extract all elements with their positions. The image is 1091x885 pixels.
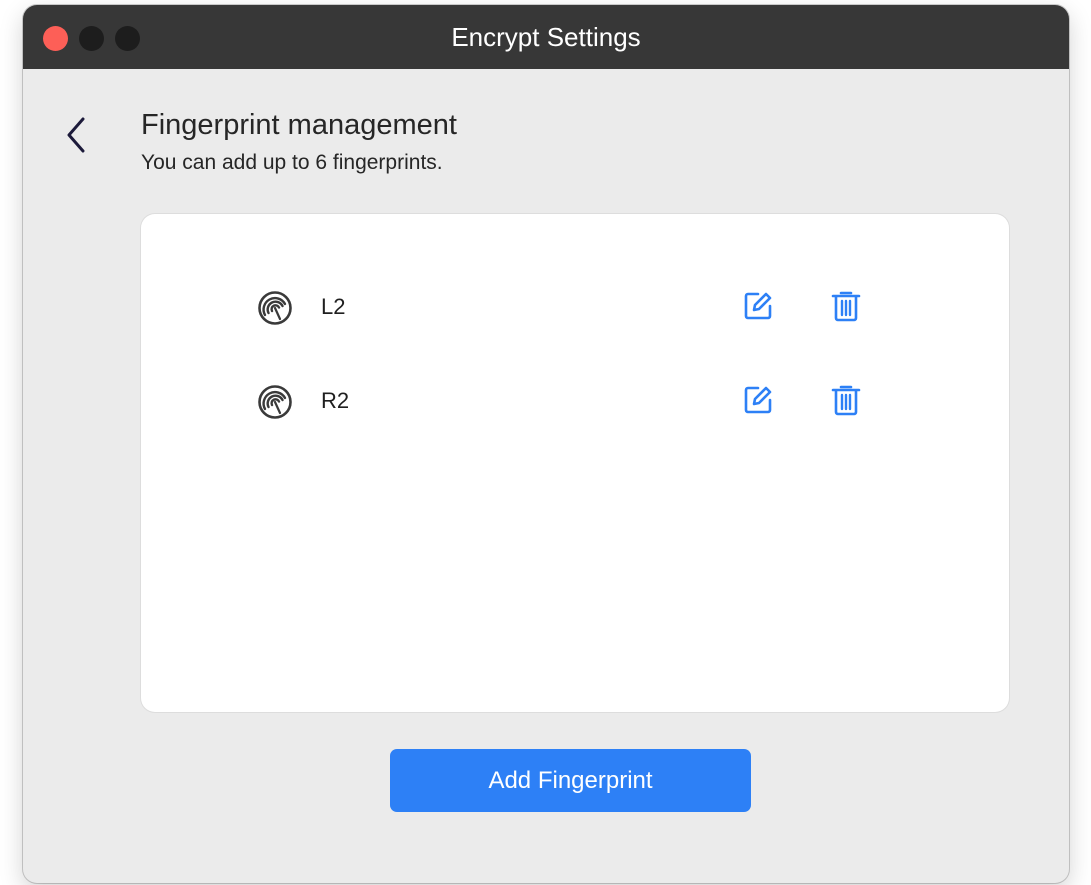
fingerprint-icon bbox=[258, 291, 292, 325]
window-title: Encrypt Settings bbox=[451, 22, 641, 52]
edit-icon[interactable] bbox=[741, 289, 775, 323]
fingerprint-row: L2 bbox=[141, 283, 1009, 333]
trash-icon[interactable] bbox=[829, 289, 863, 323]
fingerprint-list: L2 R2 bbox=[141, 214, 1009, 712]
fingerprint-icon bbox=[258, 385, 292, 419]
fingerprint-row: R2 bbox=[141, 377, 1009, 427]
back-button[interactable] bbox=[63, 113, 91, 157]
app-window: Encrypt Settings Fingerprint management … bbox=[23, 5, 1069, 883]
fingerprint-name: L2 bbox=[321, 294, 346, 319]
chevron-left-icon bbox=[67, 117, 85, 153]
title-bar[interactable]: Encrypt Settings bbox=[23, 5, 1069, 69]
trash-icon[interactable] bbox=[829, 383, 863, 417]
edit-icon[interactable] bbox=[741, 383, 775, 417]
fingerprint-name: R2 bbox=[321, 388, 350, 413]
page-title: Fingerprint management bbox=[141, 109, 457, 141]
add-fingerprint-button[interactable]: Add Fingerprint bbox=[390, 749, 751, 812]
page-subtitle: You can add up to 6 fingerprints. bbox=[141, 151, 443, 174]
